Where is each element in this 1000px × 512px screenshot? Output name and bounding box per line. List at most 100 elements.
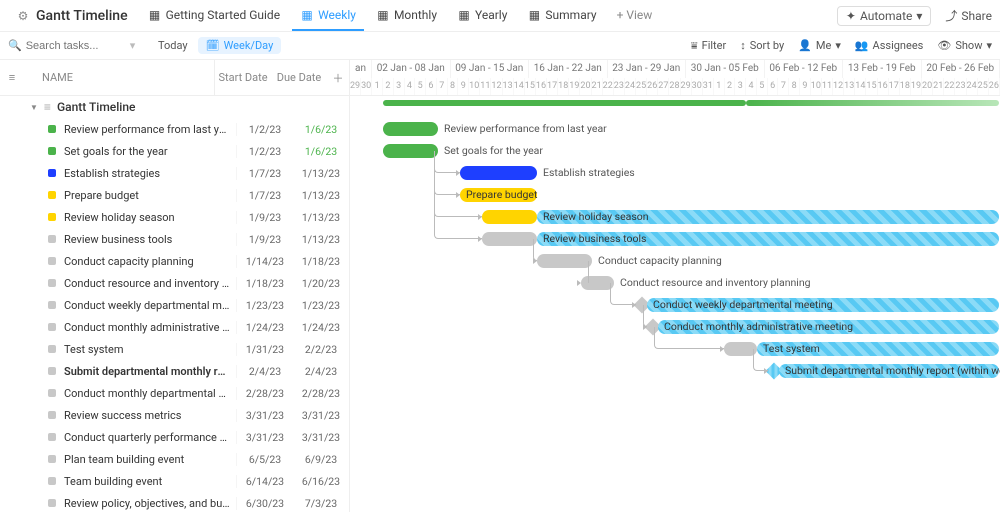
dependency-arrow [643,324,647,330]
task-row[interactable]: Review success metrics3/31/233/31/23 [0,404,349,426]
day-header-cell: 5 [415,78,426,96]
summary-bar[interactable] [383,100,746,106]
task-name: Submit departmental monthly re... [64,365,237,378]
column-settings-button[interactable]: ≡ [0,60,24,95]
week-header-cell: an [350,60,372,78]
task-row[interactable]: Team building event6/14/236/16/23 [0,470,349,492]
list-icon: ≡ [44,100,51,114]
workspace-title: ⚙ Gantt Timeline [8,8,136,24]
day-header-cell: 29 [350,78,361,96]
timeline-header: an02 Jan - 08 Jan09 Jan - 15 Jan16 Jan -… [350,60,1000,96]
start-date: 6/14/23 [237,475,293,488]
column-name[interactable]: NAME [24,60,215,95]
sortby-button[interactable]: ↕Sort by [740,39,784,52]
start-date: 1/7/23 [237,189,293,202]
task-row[interactable]: Conduct weekly departmental me...1/23/23… [0,294,349,316]
task-name: Prepare budget [64,189,237,202]
start-date: 6/5/23 [237,453,293,466]
week-header-cell: 23 Jan - 29 Jan [608,60,687,78]
assignees-button[interactable]: 👥Assignees [855,39,924,52]
day-header-cell: 26 [989,78,1000,96]
day-header-cell: 31 [703,78,714,96]
header-right-tools: ✦ Automate ▾ ⤴ Share [837,6,992,26]
caret-down-icon: ▼ [30,103,38,112]
dependency-arrow [478,236,482,242]
task-row[interactable]: Review performance from last year1/2/231… [0,118,349,140]
day-header-cell: 15 [525,78,536,96]
status-dot [48,389,56,397]
task-name: Conduct monthly administrative m... [64,321,237,334]
status-dot [48,323,56,331]
task-row[interactable]: Prepare budget1/7/231/13/23 [0,184,349,206]
gantt-bar[interactable] [482,232,537,246]
add-column-button[interactable]: ＋ [327,60,349,95]
task-row[interactable]: Establish strategies1/7/231/13/23 [0,162,349,184]
gantt-bar-label: Review business tools [543,232,646,245]
task-name: Plan team building event [64,453,237,466]
task-row[interactable]: Review business tools1/9/231/13/23 [0,228,349,250]
status-dot [48,279,56,287]
dependency-line [434,151,482,239]
due-date: 7/3/23 [293,497,349,510]
start-date: 1/2/23 [237,123,293,136]
status-dot [48,345,56,353]
task-group-row[interactable]: ▼ ≡ Gantt Timeline [0,96,349,118]
search-input[interactable] [26,40,126,52]
day-header-cell: 14 [855,78,866,96]
day-header-cell: 24 [625,78,636,96]
day-header-cell: 16 [536,78,547,96]
day-header-cell: 30 [692,78,703,96]
task-row[interactable]: Test system1/31/232/2/23 [0,338,349,360]
view-tab-monthly[interactable]: ▦Monthly [368,0,445,31]
show-button[interactable]: 👁Show ▾ [937,39,992,52]
day-header-cell: 6 [768,78,779,96]
weekday-toggle[interactable]: 🗓 Week/Day [198,37,282,54]
view-tab-weekly[interactable]: ▦Weekly [292,0,364,31]
today-button[interactable]: Today [158,39,188,52]
add-view-button[interactable]: + View [609,0,661,31]
gantt-bar[interactable] [383,122,438,136]
task-row[interactable]: Conduct monthly administrative m...1/24/… [0,316,349,338]
task-row[interactable]: Set goals for the year1/2/231/6/23 [0,140,349,162]
task-name: Establish strategies [64,167,237,180]
task-name: Review holiday season [64,211,237,224]
task-row[interactable]: Conduct monthly departmental m...2/28/23… [0,382,349,404]
day-header-cell: 20 [580,78,591,96]
week-header-cell: 02 Jan - 08 Jan [372,60,451,78]
start-date: 2/4/23 [237,365,293,378]
task-row[interactable]: Submit departmental monthly re...2/4/232… [0,360,349,382]
view-tab-summary[interactable]: ▦Summary [519,0,604,31]
gantt-bar[interactable] [482,210,537,224]
view-tab-yearly[interactable]: ▦Yearly [449,0,515,31]
task-row[interactable]: Conduct capacity planning1/14/231/18/23 [0,250,349,272]
chevron-down-icon[interactable]: ▾ [130,39,136,52]
view-tab-getting-started-guide[interactable]: ▦Getting Started Guide [140,0,288,31]
automate-button[interactable]: ✦ Automate ▾ [837,6,931,26]
task-row[interactable]: Review policy, objectives, and busi...6/… [0,492,349,512]
person-icon: 👤 [798,39,812,52]
filter-button[interactable]: ⩸Filter [691,39,726,53]
status-dot [48,213,56,221]
gantt-chart[interactable]: an02 Jan - 08 Jan09 Jan - 15 Jan16 Jan -… [350,60,1000,512]
task-name: Review success metrics [64,409,237,422]
column-start-date[interactable]: Start Date [215,60,271,95]
gantt-bar[interactable] [383,144,438,158]
column-due-date[interactable]: Due Date [271,60,327,95]
search-input-wrap[interactable]: 🔍 ▾ [8,39,148,52]
task-name: Review policy, objectives, and busi... [64,497,237,510]
task-row[interactable]: Review holiday season1/9/231/13/23 [0,206,349,228]
share-button[interactable]: ⤴ Share [945,7,992,24]
start-date: 1/2/23 [237,145,293,158]
status-dot [48,433,56,441]
day-header-cell: 27 [658,78,669,96]
task-row[interactable]: Conduct quarterly performance m...3/31/2… [0,426,349,448]
gantt-bar-label: Conduct capacity planning [598,254,722,267]
gantt-bar[interactable] [537,254,592,268]
view-icon: ▦ [148,8,162,22]
task-row[interactable]: Conduct resource and inventory pl...1/18… [0,272,349,294]
dependency-line [588,261,589,283]
day-header-cell: 20 [922,78,933,96]
me-button[interactable]: 👤Me ▾ [798,39,841,52]
task-name: Test system [64,343,237,356]
task-row[interactable]: Plan team building event6/5/236/9/23 [0,448,349,470]
